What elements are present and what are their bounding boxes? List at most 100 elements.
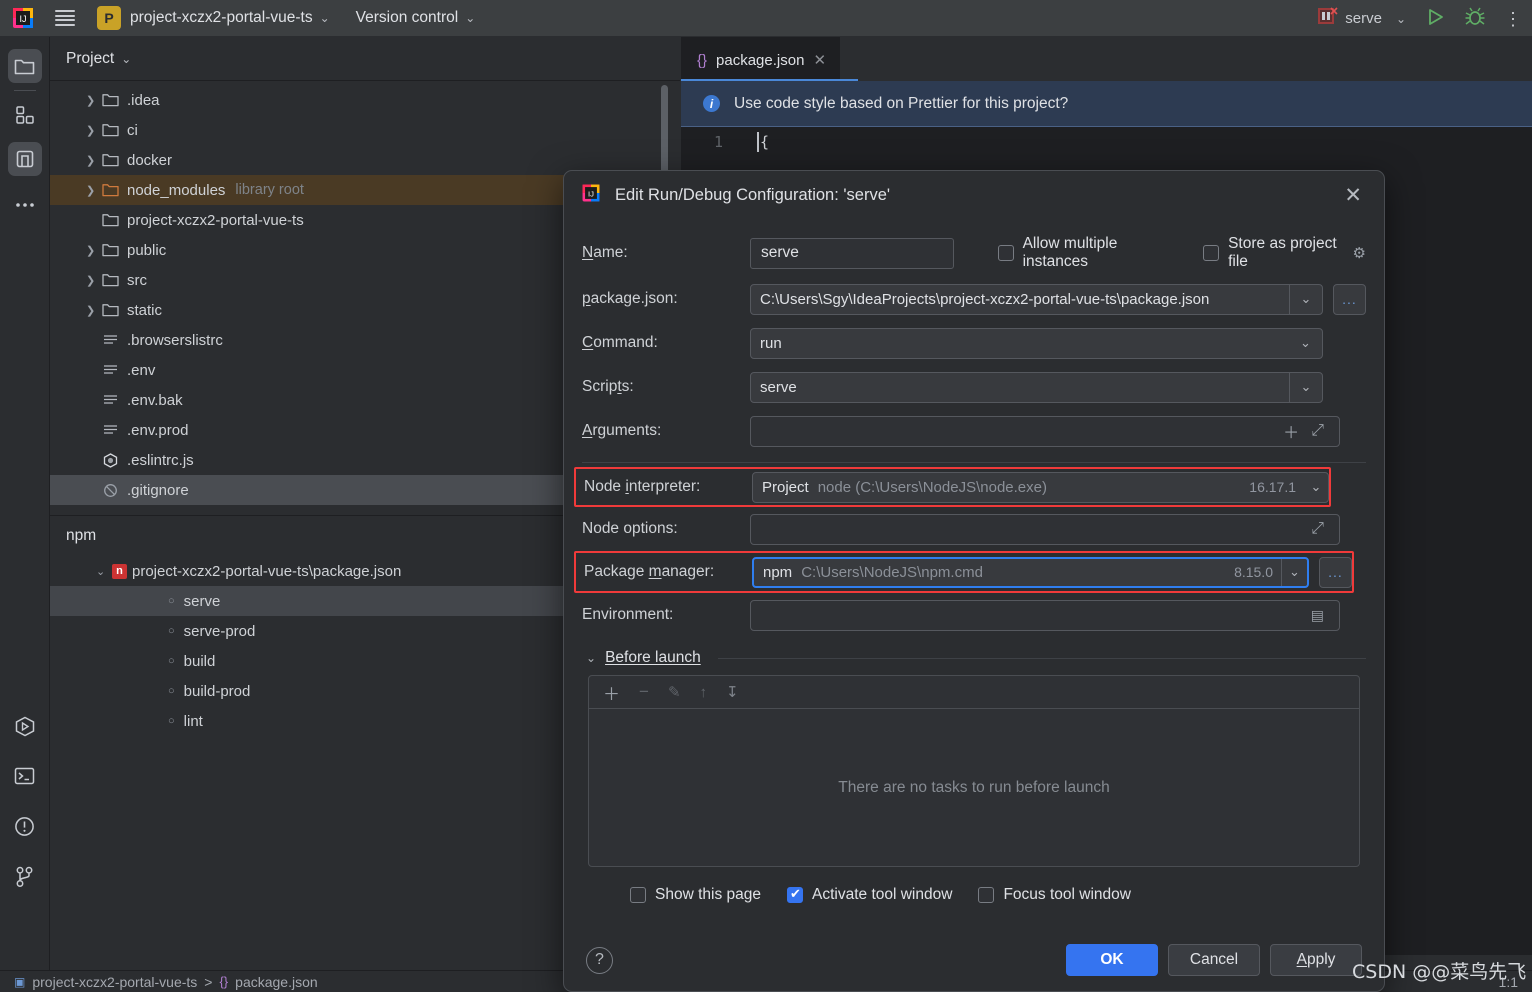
sidebar-item-terminal[interactable] <box>8 759 42 793</box>
node-options-input[interactable]: ⤢ <box>750 513 1340 545</box>
run-configuration-selector[interactable]: serve ⌄ <box>1318 7 1406 30</box>
checkbox-box[interactable] <box>978 887 995 903</box>
chevron-down-icon[interactable]: ⌄ <box>96 565 112 578</box>
chevron-right-icon[interactable]: ❯ <box>86 124 102 137</box>
chevron-right-icon[interactable]: ❯ <box>86 154 102 167</box>
dialog-title: Edit Run/Debug Configuration: 'serve' <box>615 185 891 204</box>
chevron-down-icon[interactable]: ⌄ <box>121 52 131 66</box>
tab-package-json[interactable]: {} package.json ✕ <box>681 37 841 81</box>
environment-row: Environment: ▤ <box>582 593 1366 637</box>
module-icon: ▣ <box>14 974 26 989</box>
ok-button[interactable]: OK <box>1066 944 1158 976</box>
edit-icon[interactable]: ✎ <box>668 683 681 701</box>
chevron-right-icon[interactable]: ❯ <box>86 184 102 197</box>
package-manager-browse-button[interactable]: ... <box>1319 556 1352 588</box>
command-label: Command: <box>582 334 658 351</box>
checkbox-focus-tool-window[interactable]: Focus tool window <box>978 886 1131 904</box>
scripts-value: serve <box>760 378 797 396</box>
chevron-down-icon[interactable]: ⌄ <box>1289 372 1322 402</box>
name-input[interactable]: serve <box>750 237 954 269</box>
apply-button[interactable]: Apply <box>1270 944 1362 976</box>
project-name-label[interactable]: project-xczx2-portal-vue-ts <box>130 9 313 27</box>
close-icon[interactable]: ✕ <box>813 51 826 69</box>
project-panel-title: Project <box>66 49 115 67</box>
breadcrumb-project[interactable]: project-xczx2-portal-vue-ts <box>32 974 197 990</box>
script-bullet-icon: ○ <box>168 715 175 727</box>
checkbox-box[interactable] <box>630 887 646 903</box>
sidebar-item-npm[interactable] <box>7 142 42 176</box>
move-down-icon[interactable]: ↧ <box>726 683 739 701</box>
minus-icon[interactable]: − <box>639 682 649 702</box>
prettier-notification-bar[interactable]: i Use code style based on Prettier for t… <box>681 81 1532 127</box>
chevron-down-icon[interactable]: ⌄ <box>1304 473 1328 502</box>
debug-icon[interactable] <box>1464 6 1486 31</box>
list-icon[interactable]: ▤ <box>1305 607 1330 624</box>
main-menu-icon[interactable] <box>55 10 75 26</box>
expand-icon[interactable]: ⤢ <box>1305 520 1330 538</box>
chevron-right-icon[interactable]: ❯ <box>86 94 102 107</box>
close-icon[interactable]: ✕ <box>1338 183 1368 208</box>
allow-multiple-instances-checkbox[interactable]: Allow multiple instances <box>997 235 1168 271</box>
help-icon[interactable]: ? <box>586 946 613 974</box>
tree-item-label: .eslintrc.js <box>127 451 194 469</box>
package-manager-combo[interactable]: npm C:\Users\NodeJS\npm.cmd 8.15.0 ⌄ <box>752 556 1309 588</box>
folder-icon <box>102 213 119 227</box>
more-vertical-icon[interactable]: ⋮ <box>1504 10 1522 28</box>
expand-icon[interactable]: ⤢ <box>1305 422 1330 440</box>
code-line[interactable]: 1 { <box>681 127 1532 157</box>
package-json-row: package.json: C:\Users\Sgy\IdeaProjects\… <box>582 277 1366 321</box>
chevron-right-icon[interactable]: ❯ <box>86 304 102 317</box>
breadcrumb-file[interactable]: package.json <box>235 974 318 990</box>
script-bullet-icon: ○ <box>168 625 175 637</box>
plus-icon[interactable]: ＋ <box>1277 419 1305 443</box>
rail-divider <box>13 90 36 91</box>
sidebar-item-problems[interactable] <box>8 809 42 843</box>
checkbox-box[interactable] <box>1203 245 1220 261</box>
package-json-label: package.json: <box>582 290 678 307</box>
dialog-checkbox-row: Show this page Activate tool window Focus … <box>582 867 1366 904</box>
node-interpreter-combo[interactable]: Project node (C:\Users\NodeJS\node.exe) … <box>752 471 1329 503</box>
package-json-combo[interactable]: C:\Users\Sgy\IdeaProjects\project-xczx2-… <box>750 283 1323 315</box>
tree-item-ci[interactable]: ❯ ci <box>50 115 680 145</box>
cancel-button[interactable]: Cancel <box>1168 944 1260 976</box>
node-interpreter-value: node (C:\Users\NodeJS\node.exe) <box>817 478 1047 496</box>
checkbox-activate-tool-window[interactable]: Activate tool window <box>787 886 952 904</box>
move-up-icon[interactable]: ↑ <box>700 684 708 701</box>
breadcrumb[interactable]: ▣ project-xczx2-portal-vue-ts > {} packa… <box>0 974 318 990</box>
sidebar-item-more[interactable] <box>8 188 42 222</box>
chevron-right-icon[interactable]: ❯ <box>86 274 102 287</box>
chevron-down-icon[interactable]: ⌄ <box>320 11 330 25</box>
arguments-input[interactable]: ＋ ⤢ <box>750 415 1340 447</box>
before-launch-header[interactable]: ⌄ Before launch <box>586 649 1366 667</box>
plus-icon[interactable]: ＋ <box>603 680 620 705</box>
chevron-right-icon[interactable]: ❯ <box>86 244 102 257</box>
chevron-down-icon[interactable]: ⌄ <box>465 11 475 25</box>
checkbox-box[interactable] <box>787 886 803 903</box>
scripts-row: Scripts: serve ⌄ <box>582 365 1366 409</box>
chevron-down-icon[interactable]: ⌄ <box>1281 558 1307 586</box>
sidebar-item-project[interactable] <box>7 49 42 83</box>
environment-input[interactable]: ▤ <box>750 599 1340 631</box>
project-panel-header[interactable]: Project ⌄ <box>50 37 680 81</box>
arguments-label: Arguments: <box>582 422 662 439</box>
command-combo[interactable]: run ⌄ <box>750 327 1323 359</box>
sidebar-item-version-control[interactable] <box>8 859 42 893</box>
package-json-browse-button[interactable]: ... <box>1333 283 1366 315</box>
checkbox-show-this-page[interactable]: Show this page <box>630 886 761 904</box>
scripts-combo[interactable]: serve ⌄ <box>750 371 1323 403</box>
package-manager-row-highlight: Package manager: npm C:\Users\NodeJS\npm… <box>574 551 1354 593</box>
chevron-down-icon[interactable]: ⌄ <box>1396 12 1406 26</box>
chevron-down-icon[interactable]: ⌄ <box>1289 284 1322 314</box>
version-control-menu[interactable]: Version control <box>356 9 459 27</box>
chevron-down-icon[interactable]: ⌄ <box>586 651 596 665</box>
checkbox-box[interactable] <box>997 245 1014 261</box>
run-icon[interactable] <box>1424 6 1446 32</box>
store-as-project-file-checkbox[interactable]: Store as project file ⚙ <box>1203 235 1366 271</box>
tree-item-label: .idea <box>127 91 160 109</box>
sidebar-item-run[interactable] <box>8 709 42 743</box>
gitignore-file-icon <box>102 483 119 497</box>
gear-icon[interactable]: ⚙ <box>1351 244 1366 262</box>
chevron-down-icon[interactable]: ⌄ <box>1289 329 1322 358</box>
sidebar-item-structure[interactable] <box>8 98 42 132</box>
tree-item-idea[interactable]: ❯ .idea <box>50 85 680 115</box>
